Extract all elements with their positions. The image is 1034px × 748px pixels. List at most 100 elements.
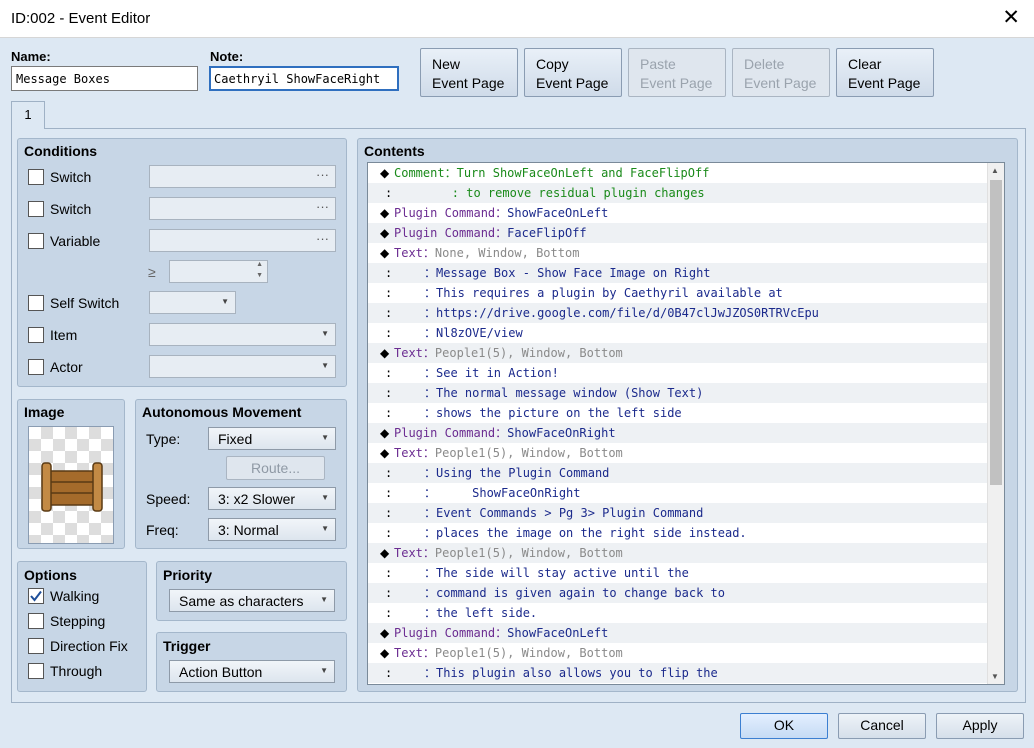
command-row[interactable]: : ：command is given again to change back … <box>368 583 988 603</box>
command-row[interactable]: : ：Event Commands > Pg 3> Plugin Command <box>368 503 988 523</box>
separator: ： <box>495 206 508 220</box>
event-command-list[interactable]: ◆ Comment：Turn ShowFaceOnLeft and FaceFli… <box>367 162 1005 685</box>
command-row[interactable]: : : to remove residual plugin changes <box>368 183 988 203</box>
clear-event-page-button[interactable]: Clear Event Page <box>836 48 934 97</box>
note-input[interactable]: Caethryil ShowFaceRight <box>209 66 399 91</box>
scroll-up-icon[interactable]: ▲ <box>991 166 999 175</box>
command-params: People1(5), Window, Bottom <box>434 646 623 660</box>
command-row[interactable]: ◆ Comment：Turn ShowFaceOnLeft and FaceFli… <box>368 163 988 183</box>
self-switch-select[interactable]: ▼ <box>149 291 236 314</box>
button-line: Event Page <box>432 75 505 91</box>
command-row[interactable]: : ： ShowFaceOnRight <box>368 483 988 503</box>
direction-fix-label: Direction Fix <box>50 638 128 654</box>
movement-speed-select[interactable]: 3: x2 Slower ▼ <box>208 487 336 510</box>
item-checkbox[interactable] <box>28 327 44 343</box>
continuation-colon: : <box>385 306 393 320</box>
actor-select[interactable]: ▼ <box>149 355 336 378</box>
movement-freq-select[interactable]: 3: Normal ▼ <box>208 518 336 541</box>
command-row[interactable]: ◆ Plugin Command：ShowFaceOnLeft <box>368 203 988 223</box>
variable-value-spinner[interactable]: ▲ ▼ <box>169 260 268 283</box>
command-diamond-icon: ◆ <box>380 646 390 660</box>
command-params: People1(5), Window, Bottom <box>434 446 623 460</box>
command-row[interactable]: ◆ Plugin Command：FaceFlipOff <box>368 223 988 243</box>
continuation-colon: : <box>385 486 393 500</box>
variable-checkbox[interactable] <box>28 233 44 249</box>
cancel-button[interactable]: Cancel <box>838 713 926 739</box>
note-label: Note: <box>210 49 244 64</box>
command-row[interactable]: ◆ Plugin Command：ShowFaceOnRight <box>368 423 988 443</box>
priority-select[interactable]: Same as characters ▼ <box>169 589 335 612</box>
command-row[interactable]: ◆ Text：People1(5), Window, Bottom <box>368 343 988 363</box>
command-line-text: : to remove residual plugin changes <box>394 186 705 200</box>
command-row[interactable]: ◆ Text：People1(5), Window, Bottom <box>368 643 988 663</box>
command-row[interactable]: : ：the left side. <box>368 603 988 623</box>
command-row[interactable]: : ：The side will stay active until the <box>368 563 988 583</box>
scrollbar-thumb[interactable] <box>990 180 1002 485</box>
through-label: Through <box>50 663 103 679</box>
command-line-text: ：shows the picture on the left side <box>424 406 682 420</box>
image-group: Image <box>17 399 125 549</box>
variable-field[interactable]: ··· <box>149 229 336 252</box>
through-checkbox[interactable] <box>28 663 44 679</box>
command-row[interactable]: : ：shows the picture on the left side <box>368 403 988 423</box>
chevron-down-icon: ▼ <box>320 666 328 675</box>
command-line-text: ：command is given again to change back t… <box>424 586 725 600</box>
command-row[interactable]: : ：https://drive.google.com/file/d/0B47cl… <box>368 303 988 323</box>
command-head: Text <box>394 346 423 360</box>
delete-event-page-button[interactable]: Delete Event Page <box>732 48 830 97</box>
item-select[interactable]: ▼ <box>149 323 336 346</box>
trigger-select[interactable]: Action Button ▼ <box>169 660 335 683</box>
contents-scrollbar[interactable]: ▲ ▼ <box>987 163 1004 684</box>
actor-checkbox[interactable] <box>28 359 44 375</box>
switch1-field[interactable]: ··· <box>149 165 336 188</box>
ok-button[interactable]: OK <box>740 713 828 739</box>
direction-fix-checkbox[interactable] <box>28 638 44 654</box>
close-icon[interactable]: ✕ <box>1002 5 1020 31</box>
command-row[interactable]: : ：Nl8zOVE/view <box>368 323 988 343</box>
options-group: Options Walking Stepping Direction Fix T… <box>17 561 147 692</box>
copy-event-page-button[interactable]: Copy Event Page <box>524 48 622 97</box>
apply-button[interactable]: Apply <box>936 713 1024 739</box>
item-label: Item <box>50 327 78 343</box>
event-image[interactable] <box>28 426 114 544</box>
command-line-text: ：Message Box - Show Face Image on Right <box>424 266 711 280</box>
switch2-checkbox[interactable] <box>28 201 44 217</box>
walking-label: Walking <box>50 588 100 604</box>
command-line-text: ：the left side. <box>424 606 538 620</box>
command-line-text: ：places the image on the right side inst… <box>424 526 747 540</box>
movement-type-select[interactable]: Fixed ▼ <box>208 427 336 450</box>
separator: ： <box>444 166 457 180</box>
tab-page-1[interactable]: 1 <box>11 101 45 129</box>
command-row[interactable]: : ：Message Box - Show Face Image on Right <box>368 263 988 283</box>
command-row[interactable]: ◆ Text：People1(5), Window, Bottom <box>368 443 988 463</box>
name-input[interactable]: Message Boxes <box>11 66 198 91</box>
stepping-checkbox[interactable] <box>28 613 44 629</box>
command-row[interactable]: : ：This plugin also allows you to flip th… <box>368 663 988 683</box>
command-text: Text：None, Window, Bottom <box>394 243 579 263</box>
conditions-heading: Conditions <box>24 143 98 159</box>
route-button[interactable]: Route... <box>226 456 325 480</box>
separator: ： <box>422 546 435 560</box>
command-row[interactable]: ◆ Text：People1(5), Window, Bottom <box>368 543 988 563</box>
switch2-field[interactable]: ··· <box>149 197 336 220</box>
selected-value: Fixed <box>218 431 253 447</box>
command-row[interactable]: : ：The normal message window (Show Text) <box>368 383 988 403</box>
greater-equal-label: ≥ <box>148 264 156 280</box>
command-row[interactable]: : ：This requires a plugin by Caethyril av… <box>368 283 988 303</box>
selected-value: 3: Normal <box>218 522 279 538</box>
self-switch-checkbox[interactable] <box>28 295 44 311</box>
walking-checkbox[interactable] <box>28 588 44 604</box>
scroll-down-icon[interactable]: ▼ <box>991 672 999 681</box>
command-row[interactable]: ◆ Plugin Command：ShowFaceOnLeft <box>368 623 988 643</box>
new-event-page-button[interactable]: New Event Page <box>420 48 518 97</box>
paste-event-page-button[interactable]: Paste Event Page <box>628 48 726 97</box>
spin-up-icon[interactable]: ▲ <box>256 261 263 268</box>
command-row[interactable]: ◆ Text：None, Window, Bottom <box>368 243 988 263</box>
command-row[interactable]: : ：places the image on the right side ins… <box>368 523 988 543</box>
continuation-colon: : <box>385 406 393 420</box>
command-row[interactable]: : ：Using the Plugin Command <box>368 463 988 483</box>
command-row[interactable]: : ：See it in Action! <box>368 363 988 383</box>
type-label: Type: <box>146 431 181 447</box>
switch1-checkbox[interactable] <box>28 169 44 185</box>
spin-down-icon[interactable]: ▼ <box>256 272 263 279</box>
